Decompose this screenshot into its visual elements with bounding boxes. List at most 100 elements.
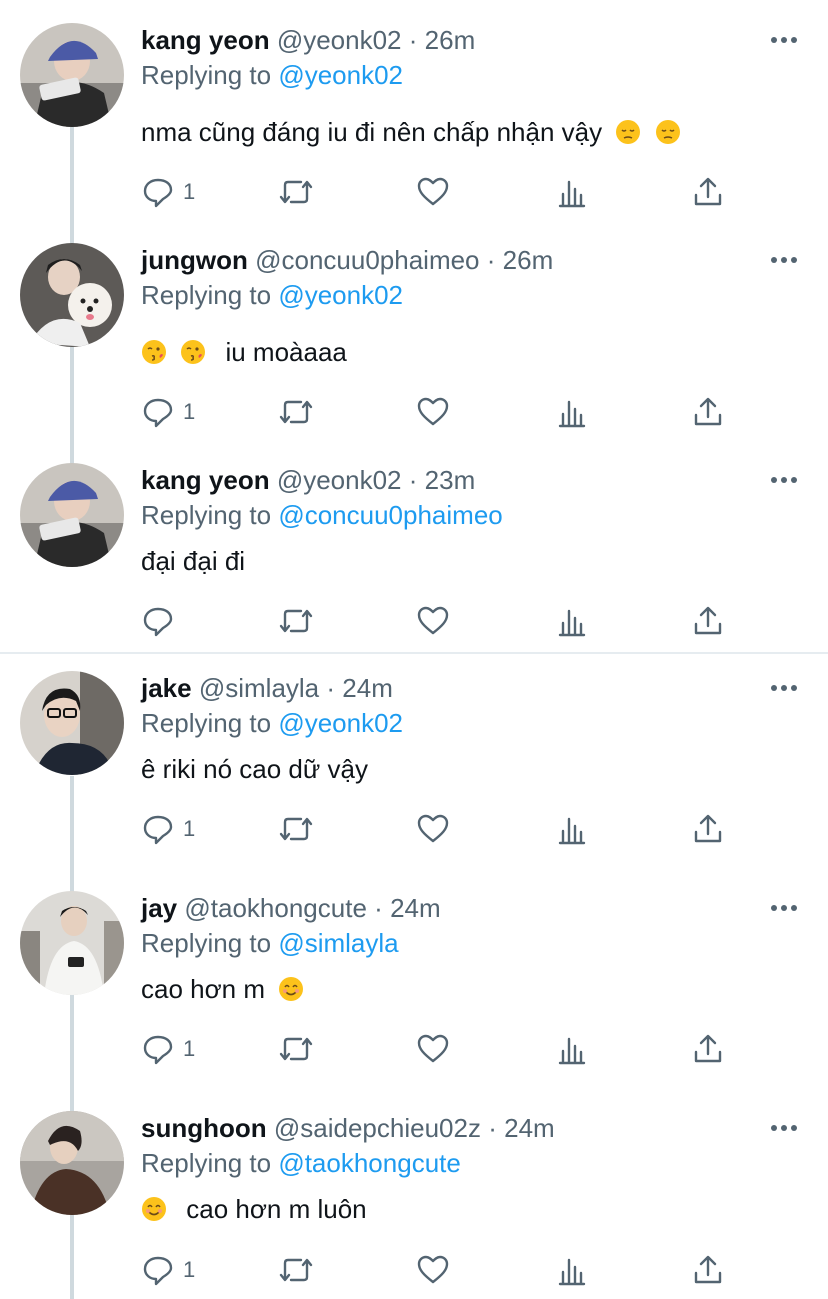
- avatar[interactable]: [20, 671, 124, 775]
- share-button[interactable]: [691, 172, 725, 212]
- author-handle[interactable]: @concuu0phaimeo: [255, 245, 479, 275]
- replying-to: Replying to @concuu0phaimeo: [141, 499, 503, 531]
- like-button[interactable]: [416, 1029, 450, 1069]
- pensive-face-emoji-icon: [655, 120, 680, 144]
- like-button[interactable]: [416, 392, 450, 432]
- share-button[interactable]: [691, 1250, 725, 1290]
- retweet-button[interactable]: [277, 172, 315, 212]
- reply-button[interactable]: 1: [141, 392, 195, 432]
- tweet[interactable]: jay @taokhongcute · 24m Replying to @sim…: [0, 868, 828, 1088]
- tweet[interactable]: jake @simlayla · 24m Replying to @yeonk0…: [0, 648, 828, 868]
- reply-icon: [143, 1035, 173, 1065]
- author-name[interactable]: kang yeon: [141, 25, 270, 55]
- reply-button[interactable]: [141, 601, 183, 641]
- reply-icon: [143, 398, 173, 428]
- analytics-button[interactable]: [555, 601, 589, 641]
- analytics-button[interactable]: [555, 1250, 589, 1290]
- author-handle[interactable]: @yeonk02: [277, 25, 402, 55]
- tweet-text: ê riki nó cao dữ vậy: [141, 752, 368, 786]
- tweet-text-content: ê riki nó cao dữ vậy: [141, 754, 368, 784]
- like-icon: [417, 1255, 449, 1284]
- timestamp[interactable]: 26m: [425, 25, 476, 55]
- more-icon[interactable]: [770, 1114, 798, 1142]
- analytics-button[interactable]: [555, 1029, 589, 1069]
- share-button[interactable]: [691, 809, 725, 849]
- tweet[interactable]: sunghoon @saidepchieu02z · 24m Replying …: [0, 1088, 828, 1299]
- share-button[interactable]: [691, 1029, 725, 1069]
- reply-icon: [143, 607, 173, 637]
- separator-dot: ·: [326, 673, 336, 703]
- share-button[interactable]: [691, 392, 725, 432]
- author-handle[interactable]: @saidepchieu02z: [274, 1113, 481, 1143]
- analytics-button[interactable]: [555, 809, 589, 849]
- author-name[interactable]: jungwon: [141, 245, 248, 275]
- mention-link[interactable]: @simlayla: [278, 928, 398, 958]
- tweet[interactable]: jungwon @concuu0phaimeo · 26m Replying t…: [0, 220, 828, 440]
- reply-button[interactable]: 1: [141, 172, 195, 212]
- reply-icon: [143, 815, 173, 845]
- timestamp[interactable]: 24m: [342, 673, 393, 703]
- timestamp[interactable]: 24m: [390, 893, 441, 923]
- tweet-text: đại đại đi: [141, 544, 245, 578]
- retweet-button[interactable]: [277, 1029, 315, 1069]
- kissing-face-emoji-icon: [142, 340, 166, 364]
- mention-link[interactable]: @concuu0phaimeo: [278, 500, 502, 530]
- smiling-face-emoji-icon: [279, 977, 304, 1001]
- like-button[interactable]: [416, 601, 450, 641]
- mention-link[interactable]: @taokhongcute: [278, 1148, 461, 1178]
- retweet-button[interactable]: [277, 809, 315, 849]
- more-icon[interactable]: [770, 894, 798, 922]
- like-icon: [417, 1034, 449, 1063]
- tweet[interactable]: kang yeon @yeonk02 · 26m Replying to @ye…: [0, 0, 828, 220]
- share-button[interactable]: [691, 601, 725, 641]
- analytics-button[interactable]: [555, 172, 589, 212]
- like-button[interactable]: [416, 809, 450, 849]
- retweet-button[interactable]: [277, 392, 315, 432]
- tweet-text: nma cũng đáng iu đi nên chấp nhận vậy: [141, 115, 681, 149]
- like-button[interactable]: [416, 1250, 450, 1290]
- author-name[interactable]: sunghoon: [141, 1113, 267, 1143]
- author-handle[interactable]: @taokhongcute: [184, 893, 367, 923]
- tweet-text: cao hơn m: [141, 972, 304, 1006]
- replying-label: Replying to: [141, 500, 272, 530]
- share-icon: [694, 1255, 722, 1284]
- retweet-button[interactable]: [277, 1250, 315, 1290]
- analytics-icon: [558, 180, 586, 208]
- replying-to: Replying to @simlayla: [141, 927, 399, 959]
- analytics-icon: [558, 400, 586, 428]
- reply-icon: [143, 1256, 173, 1286]
- tweet[interactable]: kang yeon @yeonk02 · 23m Replying to @co…: [0, 440, 828, 652]
- timestamp[interactable]: 23m: [425, 465, 476, 495]
- avatar[interactable]: [20, 463, 124, 567]
- like-button[interactable]: [416, 172, 450, 212]
- mention-link[interactable]: @yeonk02: [278, 280, 403, 310]
- analytics-icon: [558, 1037, 586, 1065]
- tweet-text-content: cao hơn m luôn: [186, 1194, 367, 1224]
- timestamp[interactable]: 26m: [503, 245, 554, 275]
- author-name[interactable]: jake: [141, 673, 192, 703]
- avatar[interactable]: [20, 891, 124, 995]
- separator-dot: ·: [408, 465, 418, 495]
- reply-button[interactable]: 1: [141, 809, 195, 849]
- avatar[interactable]: [20, 243, 124, 347]
- retweet-button[interactable]: [277, 601, 315, 641]
- avatar[interactable]: [20, 23, 124, 127]
- more-icon[interactable]: [770, 26, 798, 54]
- analytics-button[interactable]: [555, 392, 589, 432]
- pensive-face-emoji-icon: [616, 120, 641, 144]
- author-handle[interactable]: @simlayla: [199, 673, 319, 703]
- more-icon[interactable]: [770, 246, 798, 274]
- more-icon[interactable]: [770, 674, 798, 702]
- mention-link[interactable]: @yeonk02: [278, 60, 403, 90]
- timestamp[interactable]: 24m: [504, 1113, 555, 1143]
- analytics-icon: [558, 609, 586, 637]
- reply-button[interactable]: 1: [141, 1029, 195, 1069]
- reply-button[interactable]: 1: [141, 1250, 195, 1290]
- avatar[interactable]: [20, 1111, 124, 1215]
- replying-label: Replying to: [141, 60, 272, 90]
- mention-link[interactable]: @yeonk02: [278, 708, 403, 738]
- author-name[interactable]: jay: [141, 893, 177, 923]
- author-handle[interactable]: @yeonk02: [277, 465, 402, 495]
- more-icon[interactable]: [770, 466, 798, 494]
- author-name[interactable]: kang yeon: [141, 465, 270, 495]
